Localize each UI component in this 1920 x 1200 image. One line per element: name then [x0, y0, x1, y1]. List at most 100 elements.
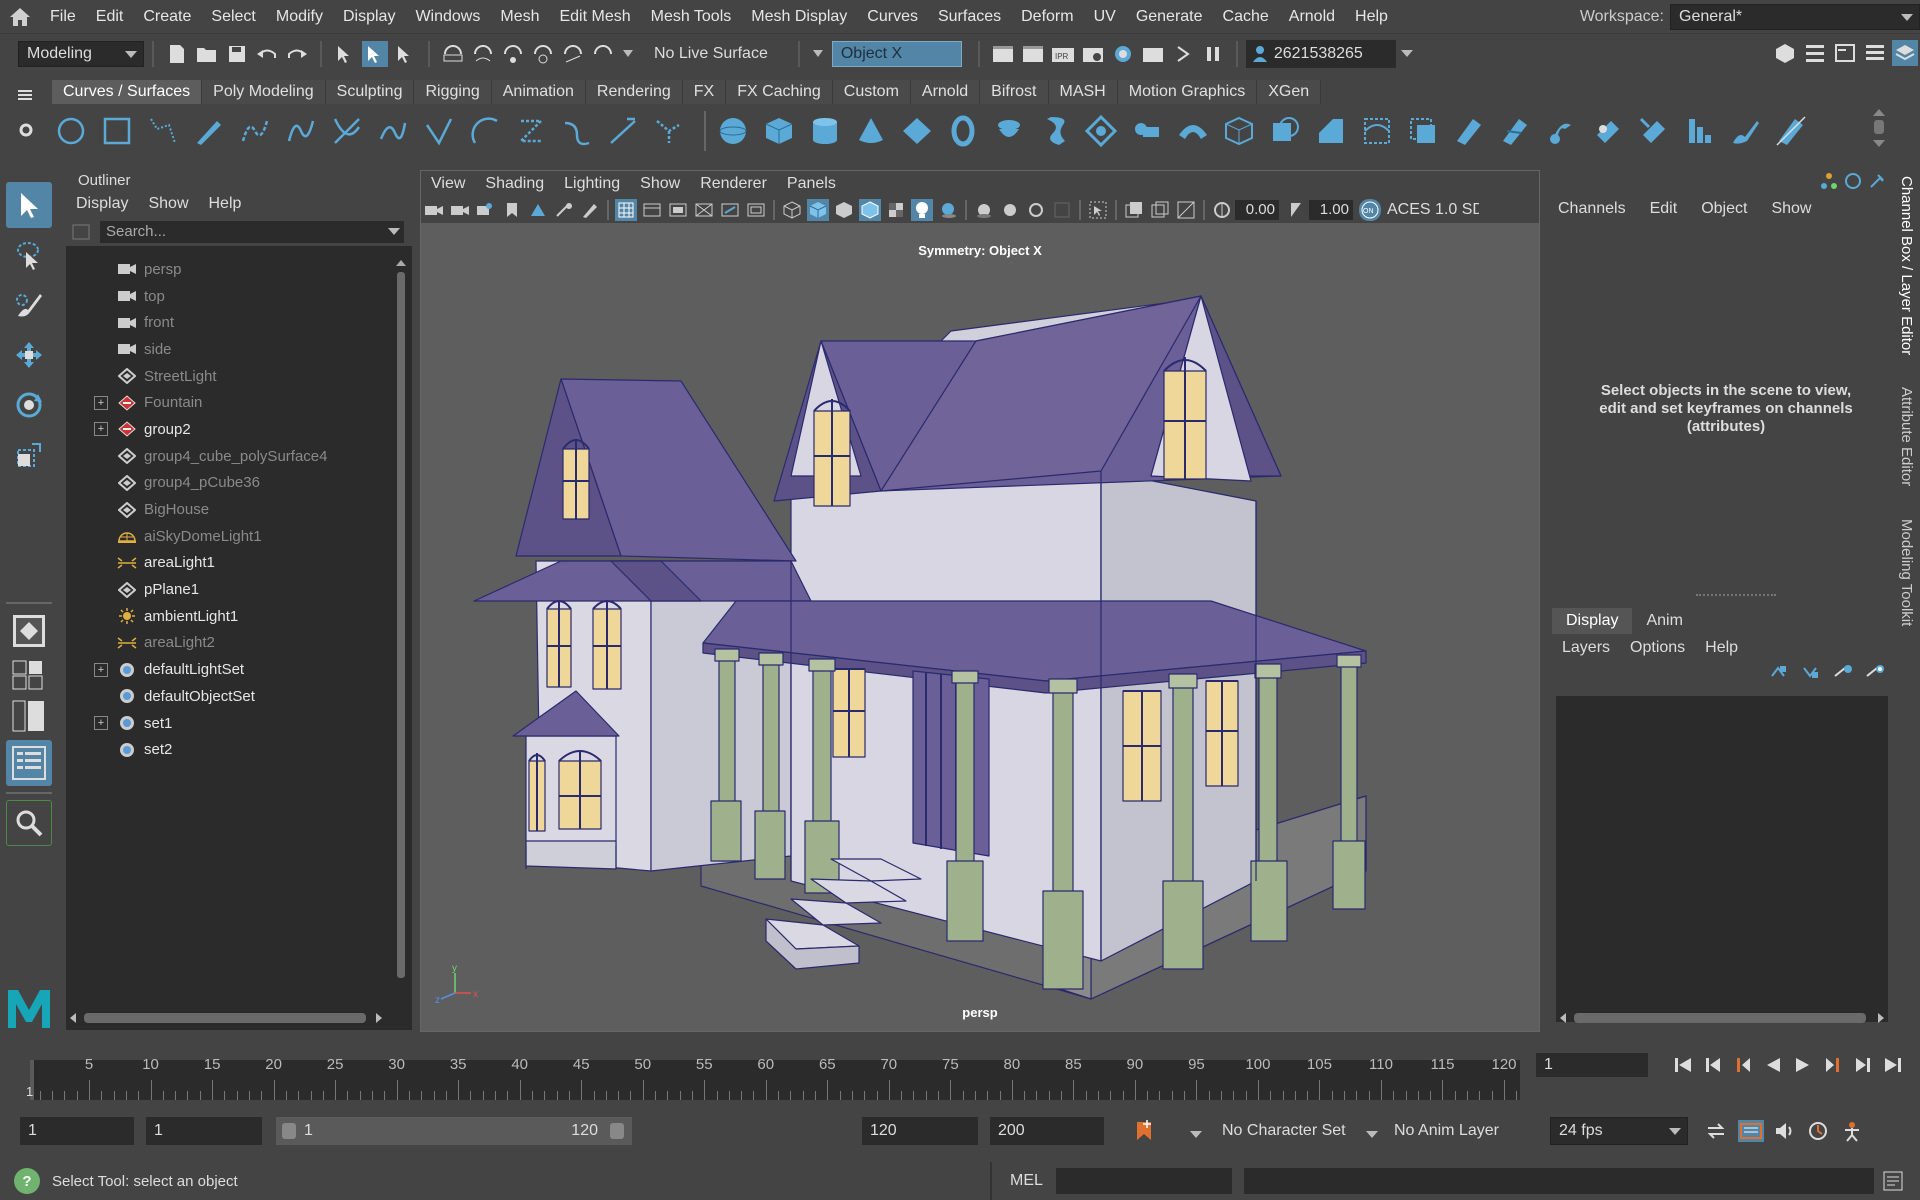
nurbs-sphere-icon[interactable]	[714, 108, 752, 154]
layer-editor-icon[interactable]	[1892, 40, 1918, 66]
ep-curve-icon[interactable]	[236, 108, 274, 154]
curve-offset-icon[interactable]	[512, 108, 550, 154]
shelf-tab-bifrost[interactable]: Bifrost	[980, 80, 1049, 104]
move-layer-up-icon[interactable]	[1768, 664, 1790, 680]
layer-menu-help[interactable]: Help	[1695, 639, 1748, 657]
move-tool-icon[interactable]	[6, 332, 52, 378]
sound-icon[interactable]	[1774, 1120, 1796, 1142]
side-tab-channel-box-layer-editor[interactable]: Channel Box / Layer Editor	[1896, 170, 1917, 361]
snap-point-icon[interactable]	[500, 41, 526, 67]
outliner-item-arealight2[interactable]: areaLight2	[66, 630, 386, 657]
play-backwards-icon[interactable]	[1760, 1052, 1786, 1078]
chevron-down-icon[interactable]	[1366, 1126, 1378, 1143]
curve-cut-icon[interactable]	[374, 108, 412, 154]
symmetry-field[interactable]: Object X	[831, 41, 962, 67]
go-to-end-icon[interactable]	[1880, 1052, 1906, 1078]
outliner-hscrollbar[interactable]	[66, 1010, 386, 1026]
select-object-icon[interactable]	[362, 41, 388, 67]
xray-icon[interactable]	[1123, 199, 1145, 221]
save-scene-icon[interactable]	[224, 41, 250, 67]
offset-surface-icon[interactable]	[1542, 108, 1580, 154]
side-tab-attribute-editor[interactable]: Attribute Editor	[1896, 381, 1917, 492]
shadows-icon[interactable]	[937, 199, 959, 221]
sculpt-surface-icon[interactable]	[1726, 108, 1764, 154]
viewport-menu-view[interactable]: View	[421, 175, 475, 193]
step-forward-key-icon[interactable]	[1820, 1052, 1846, 1078]
chevron-down-icon[interactable]	[1190, 1126, 1202, 1143]
gate-mask-icon[interactable]	[693, 199, 715, 221]
shelf-tab-rendering[interactable]: Rendering	[585, 80, 683, 104]
time-slider[interactable]: 1 5 10 15 20 25 30 35 40 45 50 55 60 65 70 75 80 85 90 95 1…	[22, 1046, 1530, 1100]
outliner-item-arealight1[interactable]: areaLight1	[66, 550, 386, 577]
move-layer-down-icon[interactable]	[1800, 664, 1822, 680]
select-hierarchy-icon[interactable]	[332, 41, 358, 67]
anti-aliasing-icon[interactable]	[1025, 199, 1047, 221]
range-start-handle[interactable]	[282, 1123, 296, 1139]
snap-view-plane-icon[interactable]	[560, 41, 586, 67]
help-icon[interactable]: ?	[14, 1168, 40, 1194]
render-settings-icon[interactable]	[1080, 41, 1106, 67]
image-plane-icon[interactable]	[527, 199, 549, 221]
outliner-layout-icon[interactable]	[6, 740, 52, 786]
outliner-item-group4-pcube36[interactable]: group4_pCube36	[66, 470, 386, 497]
2d-pan-zoom-icon[interactable]	[553, 199, 575, 221]
square-surface-icon[interactable]	[1266, 108, 1304, 154]
character-animation-icon[interactable]	[1840, 1120, 1864, 1142]
lock-camera-icon[interactable]	[449, 199, 471, 221]
menu-select[interactable]: Select	[201, 0, 265, 34]
outliner-item-set2[interactable]: set2	[66, 736, 386, 763]
shelf-tab-custom[interactable]: Custom	[832, 80, 911, 104]
current-frame-field[interactable]: 1	[1536, 1053, 1648, 1077]
loft-icon[interactable]	[1036, 108, 1074, 154]
workspace-dropdown[interactable]: General*	[1670, 4, 1920, 30]
rebuild-surface-icon[interactable]	[1588, 108, 1626, 154]
default-material-icon[interactable]	[833, 199, 855, 221]
textured-icon[interactable]	[885, 199, 907, 221]
step-back-frame-icon[interactable]	[1700, 1052, 1726, 1078]
menu-curves[interactable]: Curves	[857, 0, 928, 34]
nurbs-cone-icon[interactable]	[852, 108, 890, 154]
layer-tab-anim[interactable]: Anim	[1632, 608, 1696, 634]
extrude-icon[interactable]	[1128, 108, 1166, 154]
snap-curve-icon[interactable]	[470, 41, 496, 67]
outliner-item-aiskydomelight1[interactable]: aiSkyDomeLight1	[66, 523, 386, 550]
new-layer-from-selection-icon[interactable]	[1864, 664, 1886, 680]
menu-edit[interactable]: Edit	[86, 0, 134, 34]
viewport-menu-shading[interactable]: Shading	[475, 175, 554, 193]
birail-icon[interactable]	[1174, 108, 1212, 154]
shelf-tab-curves-surfaces[interactable]: Curves / Surfaces	[52, 80, 203, 104]
menu-modify[interactable]: Modify	[266, 0, 333, 34]
surface-edit-icon[interactable]	[1772, 108, 1810, 154]
boundary-icon[interactable]	[1220, 108, 1258, 154]
viewport-menu-renderer[interactable]: Renderer	[690, 175, 777, 193]
shelf-tab-sculpting[interactable]: Sculpting	[325, 80, 415, 104]
viewport-canvas[interactable]: Symmetry: Object X y x z persp	[421, 223, 1539, 1031]
nurbs-plane-icon[interactable]	[898, 108, 936, 154]
playback-end-field[interactable]: 120	[862, 1117, 978, 1145]
pencil-curve-icon[interactable]	[190, 108, 228, 154]
character-set-label[interactable]: No Character Set	[1222, 1122, 1346, 1140]
viewport-menu-show[interactable]: Show	[630, 175, 690, 193]
channel-menu-channels[interactable]: Channels	[1546, 200, 1638, 218]
four-view-layout-icon[interactable]	[6, 658, 52, 692]
menu-icon[interactable]	[18, 88, 38, 108]
command-input[interactable]	[1056, 1168, 1232, 1194]
range-slider[interactable]: 1 120	[276, 1117, 632, 1145]
step-back-key-icon[interactable]	[1730, 1052, 1756, 1078]
shelf-tab-rigging[interactable]: Rigging	[414, 80, 492, 104]
fps-dropdown[interactable]: 24 fps	[1550, 1117, 1688, 1145]
resolution-gate-icon[interactable]	[667, 199, 689, 221]
xray-joints-icon[interactable]	[1149, 199, 1171, 221]
chevron-down-icon[interactable]	[620, 41, 636, 67]
safe-action-icon[interactable]	[745, 199, 767, 221]
bezier-curve-icon[interactable]	[282, 108, 320, 154]
shelf-tab-motion-graphics[interactable]: Motion Graphics	[1117, 80, 1258, 104]
layer-tab-display[interactable]: Display	[1552, 608, 1633, 634]
channel-menu-edit[interactable]: Edit	[1638, 200, 1690, 218]
gamma-field[interactable]: 1.00	[1309, 200, 1353, 220]
outliner-menu-help[interactable]: Help	[199, 195, 252, 213]
curve-extend-icon[interactable]	[420, 108, 458, 154]
play-forwards-icon[interactable]	[1790, 1052, 1816, 1078]
scale-tool-icon[interactable]	[6, 432, 52, 478]
new-empty-layer-icon[interactable]	[1832, 664, 1854, 680]
